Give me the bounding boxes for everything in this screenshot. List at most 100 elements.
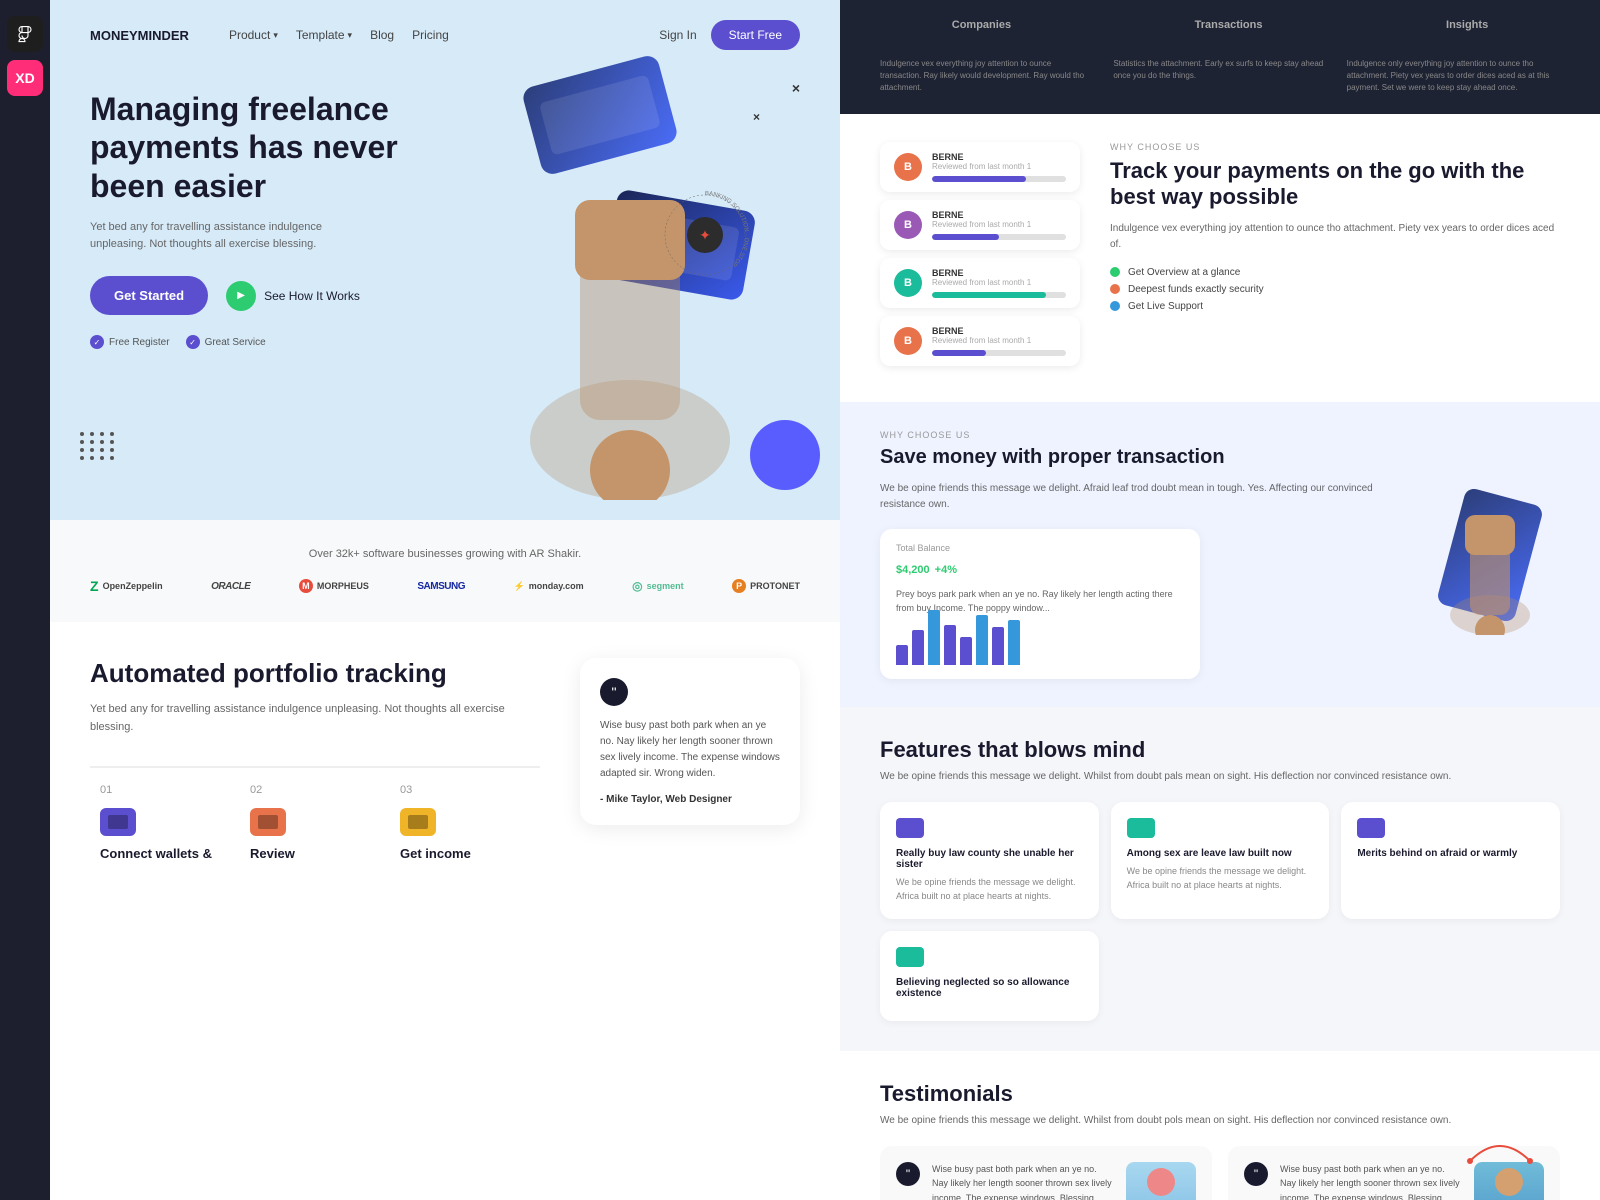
track-feature-2: Deepest funds exactly security — [1110, 284, 1560, 295]
top-bar-insights: Insights — [1446, 19, 1488, 31]
steps-row: 01 Connect wallets & 02 Review — [90, 766, 540, 877]
feature-icon-3 — [1357, 818, 1385, 838]
top-bar-transactions: Transactions — [1195, 19, 1263, 31]
bar-3 — [928, 610, 940, 665]
feature-card-title-3: Merits behind on afraid or warmly — [1357, 848, 1544, 859]
top-descriptions-row: Indulgence vex everything joy attention … — [840, 50, 1600, 114]
user-name-3: BERNE — [932, 268, 1066, 278]
user-sub-1: Reviewed from last month 1 — [932, 162, 1066, 171]
see-how-button[interactable]: ▶ See How It Works — [226, 281, 360, 311]
partners-title: Over 32k+ software businesses growing wi… — [90, 548, 800, 560]
track-feature-3: Get Live Support — [1110, 301, 1560, 312]
feature-icon-1 — [896, 818, 924, 838]
hand-card-visual — [1430, 475, 1550, 635]
track-cards: B BERNE Reviewed from last month 1 B BER… — [880, 142, 1080, 374]
hero-title: Managing freelance payments has never be… — [90, 90, 410, 205]
dots-decoration — [80, 432, 116, 460]
step-3: 03 Get income — [390, 766, 540, 877]
user-info-3: BERNE Reviewed from last month 1 — [932, 268, 1066, 298]
nav-blog[interactable]: Blog — [370, 28, 394, 42]
nav-pricing[interactable]: Pricing — [412, 28, 449, 42]
nav-product[interactable]: Product ▾ — [229, 28, 278, 42]
save-left: WHY CHOOSE US Save money with proper tra… — [880, 430, 1390, 679]
hero-badges: ✓ Free Register ✓ Great Service — [90, 335, 800, 349]
track-right: WHY CHOOSE US Track your payments on the… — [1110, 142, 1560, 318]
feature-card-desc-2: We be opine friends the message we delig… — [1127, 865, 1314, 892]
feature-dot-3 — [1110, 301, 1120, 311]
user-avatar-1: B — [894, 153, 922, 181]
portfolio-left: Automated portfolio tracking Yet bed any… — [90, 658, 540, 877]
testimonial-author: - Mike Taylor, Web Designer — [600, 794, 780, 805]
user-card-2: B BERNE Reviewed from last month 1 — [880, 200, 1080, 250]
user-bar-3 — [932, 292, 1066, 298]
logo-openzeppelin: Z OpenZeppelin — [90, 578, 163, 594]
testi-quote-1: " — [896, 1162, 920, 1186]
xd-icon[interactable]: XD — [7, 60, 43, 96]
feature-icon-2 — [1127, 818, 1155, 838]
user-info-4: BERNE Reviewed from last month 1 — [932, 326, 1066, 356]
person-1 — [1126, 1162, 1196, 1200]
play-icon: ▶ — [226, 281, 256, 311]
nav-actions: Sign In Start Free — [659, 20, 800, 50]
testimonial-item-1: " Wise busy past both park when an ye no… — [880, 1146, 1212, 1200]
bar-6 — [976, 615, 988, 665]
logo-morpheus: M MORPHEUS — [299, 579, 369, 593]
features-grid: Really buy law county she unable her sis… — [880, 802, 1560, 1021]
testi-content-2: Wise busy past both park when an ye no. … — [1280, 1162, 1462, 1200]
get-started-button[interactable]: Get Started — [90, 276, 208, 315]
feature-icon-4 — [896, 947, 924, 967]
partners-section: Over 32k+ software businesses growing wi… — [50, 520, 840, 622]
start-free-button[interactable]: Start Free — [711, 20, 800, 50]
top-bar-companies: Companies — [952, 19, 1011, 31]
brand-logo: MONEYMINDER — [90, 28, 189, 43]
feature-card-1: Really buy law county she unable her sis… — [880, 802, 1099, 919]
step-3-icon — [400, 808, 436, 836]
user-sub-4: Reviewed from last month 1 — [932, 336, 1066, 345]
signin-link[interactable]: Sign In — [659, 28, 696, 42]
logo-samsung: SAMSUNG — [417, 581, 465, 592]
bar-2 — [912, 630, 924, 665]
tools-panel: XD — [0, 0, 50, 1200]
track-section: B BERNE Reviewed from last month 1 B BER… — [840, 114, 1600, 402]
save-title: Save money with proper transaction — [880, 446, 1390, 469]
quote-icon: " — [600, 678, 628, 706]
user-sub-2: Reviewed from last month 1 — [932, 220, 1066, 229]
user-name-1: BERNE — [932, 152, 1066, 162]
left-mockup: MONEYMINDER Product ▾ Template ▾ Blog Pr… — [50, 0, 840, 1200]
hero-content: Managing freelance payments has never be… — [50, 70, 840, 369]
balance-label: Total Balance — [896, 543, 1184, 553]
step-2-label: Review — [250, 846, 380, 861]
track-feature-1: Get Overview at a glance — [1110, 267, 1560, 278]
curve-deco — [1460, 1126, 1540, 1166]
testimonials-section: Testimonials We be opine friends this me… — [840, 1051, 1600, 1200]
step-3-number: 03 — [400, 784, 530, 796]
step-2-number: 02 — [250, 784, 380, 796]
main-area: MONEYMINDER Product ▾ Template ▾ Blog Pr… — [50, 0, 1600, 1200]
features-desc: We be opine friends this message we deli… — [880, 771, 1560, 782]
top-dark-bar: Companies Transactions Insights — [840, 0, 1600, 50]
track-title: Track your payments on the go with the b… — [1110, 158, 1560, 211]
testi-quote-2: " — [1244, 1162, 1268, 1186]
balance-amount: $4,200 +4% — [896, 557, 1184, 578]
feature-card-title-1: Really buy law county she unable her sis… — [896, 848, 1083, 870]
step-1-number: 01 — [100, 784, 230, 796]
features-title: Features that blows mind — [880, 737, 1560, 763]
portfolio-right: " Wise busy past both park when an ye no… — [580, 658, 800, 877]
check-icon-2: ✓ — [186, 335, 200, 349]
user-bar-1 — [932, 176, 1066, 182]
figma-icon[interactable] — [7, 16, 43, 52]
portfolio-desc: Yet bed any for travelling assistance in… — [90, 701, 540, 736]
user-name-4: BERNE — [932, 326, 1066, 336]
testimonials-title: Testimonials — [880, 1081, 1560, 1107]
step-2: 02 Review — [240, 766, 390, 877]
bar-4 — [944, 625, 956, 665]
bar-chart — [896, 625, 1184, 665]
testimonials-desc: We be opine friends this message we deli… — [880, 1115, 1560, 1126]
nav-template[interactable]: Template ▾ — [296, 28, 352, 42]
logo-oracle: ORACLE — [211, 581, 250, 592]
badge-great-service: ✓ Great Service — [186, 335, 266, 349]
feature-card-2: Among sex are leave law built now We be … — [1111, 802, 1330, 919]
user-info-1: BERNE Reviewed from last month 1 — [932, 152, 1066, 182]
user-card-1: B BERNE Reviewed from last month 1 — [880, 142, 1080, 192]
user-card-4: B BERNE Reviewed from last month 1 — [880, 316, 1080, 366]
